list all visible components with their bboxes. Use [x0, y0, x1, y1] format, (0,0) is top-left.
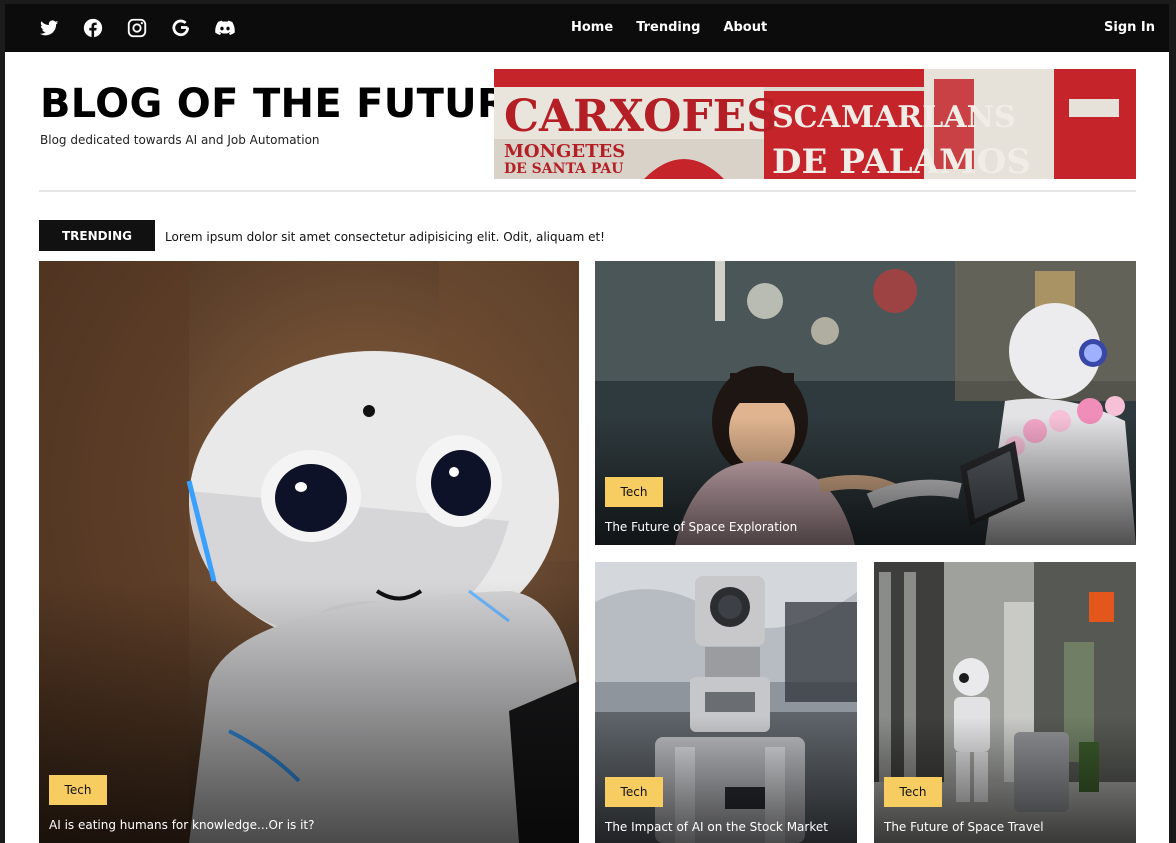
card-shade [39, 581, 579, 843]
post-title[interactable]: The Future of Space Travel [884, 820, 1044, 834]
post-title[interactable]: AI is eating humans for knowledge...Or i… [49, 818, 315, 832]
category-tag[interactable]: Tech [605, 477, 663, 507]
nav-trending-link[interactable]: Trending [636, 20, 700, 35]
banner-word-santa-pau: DE SANTA PAU [504, 161, 623, 177]
post-title[interactable]: The Future of Space Exploration [605, 520, 797, 534]
google-icon[interactable] [170, 17, 192, 39]
twitter-icon[interactable] [38, 17, 60, 39]
banner-word-palamos: DE PALAMOS [772, 142, 1031, 179]
category-tag[interactable]: Tech [884, 777, 942, 807]
header-banner-image: CARXOFES SCAMARLANS MONGETES DE SANTA PA… [494, 69, 1136, 179]
header-divider [39, 190, 1136, 192]
discord-icon[interactable] [214, 17, 236, 39]
post-card-stock-market[interactable]: Tech The Impact of AI on the Stock Marke… [595, 562, 857, 843]
post-card-space-travel[interactable]: Tech The Future of Space Travel [874, 562, 1136, 843]
category-tag[interactable]: Tech [605, 777, 663, 807]
post-title[interactable]: The Impact of AI on the Stock Market [605, 820, 828, 834]
post-card-space-exploration[interactable]: Tech The Future of Space Exploration [595, 261, 1136, 545]
banner-word-mongetes: MONGETES [504, 141, 625, 162]
nav-home-link[interactable]: Home [571, 20, 613, 35]
trending-label: TRENDING [39, 220, 155, 251]
trending-headline[interactable]: Lorem ipsum dolor sit amet consectetur a… [165, 230, 605, 244]
main-menu: Home Trending About [571, 20, 790, 35]
post-card-featured[interactable]: Tech AI is eating humans for knowledge..… [39, 261, 579, 843]
social-links [38, 17, 236, 39]
instagram-icon[interactable] [126, 17, 148, 39]
banner-word-scamarlans: SCAMARLANS [772, 100, 1016, 135]
blog-subtitle: Blog dedicated towards AI and Job Automa… [40, 133, 320, 147]
blog-title: BLOG OF THE FUTURE [40, 81, 536, 127]
banner-word-carxofes: CARXOFES [504, 91, 778, 142]
facebook-icon[interactable] [82, 17, 104, 39]
top-navbar: Home Trending About Sign In [5, 4, 1169, 52]
page-frame: Home Trending About Sign In BLOG OF THE … [5, 4, 1169, 843]
sign-in-link[interactable]: Sign In [1104, 20, 1155, 35]
nav-about-link[interactable]: About [723, 20, 767, 35]
category-tag[interactable]: Tech [49, 775, 107, 805]
